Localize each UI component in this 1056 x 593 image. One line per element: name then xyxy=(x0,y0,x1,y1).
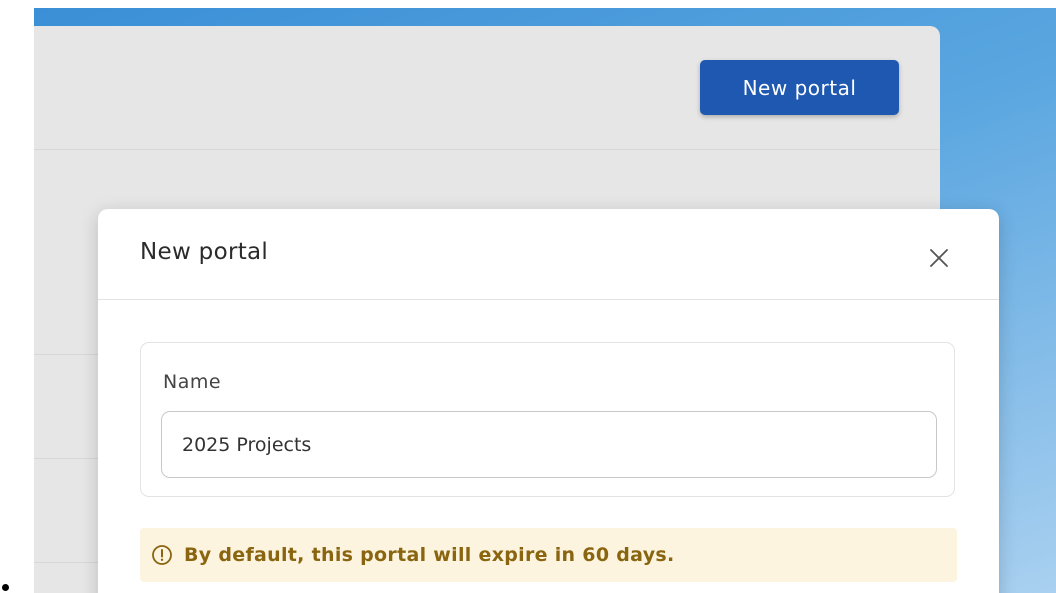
expiry-notice-text: By default, this portal will expire in 6… xyxy=(184,544,675,566)
expiry-notice: By default, this portal will expire in 6… xyxy=(140,528,957,582)
name-field-label: Name xyxy=(163,371,222,393)
cursor-dot xyxy=(2,584,9,591)
close-icon[interactable] xyxy=(924,243,954,273)
dialog-header: New portal xyxy=(98,209,999,300)
new-portal-dialog: New portal Name By default, this portal … xyxy=(98,209,999,593)
info-circle-icon xyxy=(150,543,174,567)
card-divider xyxy=(34,149,940,150)
dialog-title: New portal xyxy=(140,239,269,265)
name-input[interactable] xyxy=(161,411,937,478)
new-portal-button[interactable]: New portal xyxy=(700,60,899,115)
name-field-group: Name xyxy=(140,342,955,497)
